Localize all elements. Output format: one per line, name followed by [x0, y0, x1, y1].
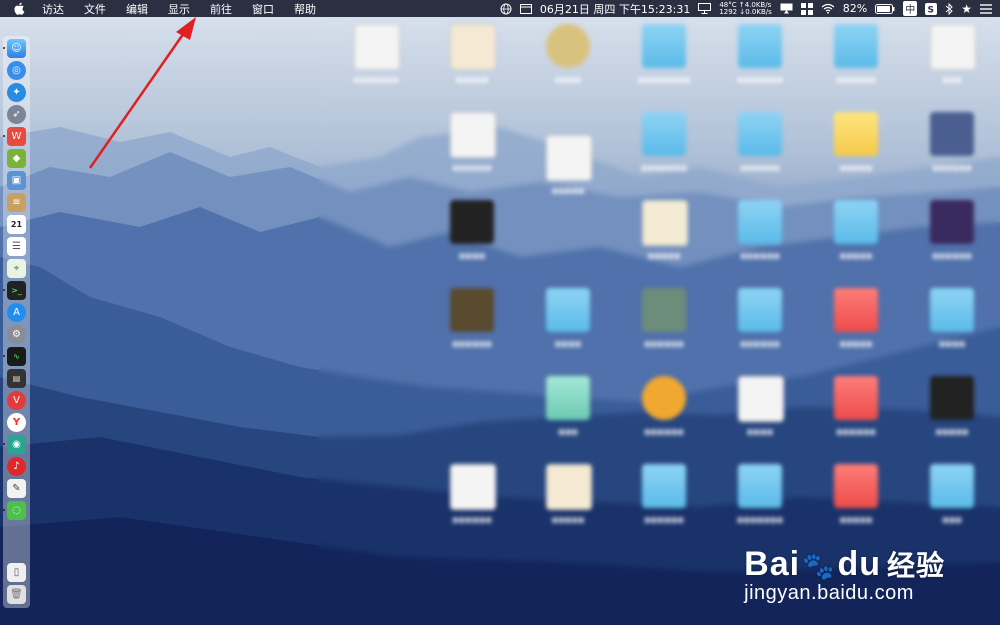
- desktop-file[interactable]: ■■■■■■: [922, 200, 982, 280]
- sogou-icon[interactable]: S: [925, 2, 938, 15]
- menu-window[interactable]: 窗口: [252, 1, 274, 17]
- paw-icon: 🐾: [802, 551, 836, 581]
- desktop-file[interactable]: ■■■■■■: [634, 288, 694, 368]
- desktop-file[interactable]: ■■■■■■: [442, 464, 502, 544]
- airplay-icon[interactable]: [780, 3, 793, 14]
- menu-edit[interactable]: 编辑: [126, 1, 148, 17]
- menu-view[interactable]: 显示: [168, 1, 190, 17]
- watermark-url: jingyan.baidu.com: [744, 582, 914, 604]
- desktop-folder[interactable]: ■■■■■■■: [730, 464, 790, 544]
- battery-percent[interactable]: 82%: [843, 2, 867, 15]
- menu-help[interactable]: 帮助: [294, 1, 316, 17]
- desktop-folder[interactable]: ■■■: [922, 464, 982, 544]
- desktop-folder[interactable]: ■■■■■: [826, 288, 886, 368]
- status-area: 06月21日 周四 下午15:23:31 48°C ↑4.0KB/s 1292 …: [500, 0, 992, 17]
- desktop-folder[interactable]: ■■■: [538, 376, 598, 456]
- app-store-icon[interactable]: A: [7, 303, 26, 322]
- menu-go[interactable]: 前往: [210, 1, 232, 17]
- desktop-file[interactable]: ■■■■■: [922, 376, 982, 456]
- desktop-file[interactable]: ■■■■: [442, 200, 502, 280]
- desktop-folder[interactable]: ■■■■: [538, 288, 598, 368]
- activity-monitor-icon[interactable]: ∿: [3, 347, 26, 366]
- launchpad-icon[interactable]: ➶: [7, 105, 26, 124]
- documents-icon[interactable]: ▯: [7, 563, 26, 582]
- menu-finder[interactable]: 访达: [42, 1, 64, 17]
- calendar-day: 21: [10, 220, 23, 229]
- logo-jingyan: 经验: [886, 550, 945, 581]
- calendar-dock-icon[interactable]: 21: [7, 215, 26, 234]
- system-preferences-icon[interactable]: ⚙: [7, 325, 26, 344]
- grid-app-icon[interactable]: [800, 2, 813, 15]
- safari-icon[interactable]: ✦: [7, 83, 26, 102]
- globe-icon[interactable]: [500, 3, 512, 15]
- desktop-folder[interactable]: ■■■■■: [826, 464, 886, 544]
- desktop-file[interactable]: ■■■■■: [538, 464, 598, 544]
- desktop-file[interactable]: ■■■: [922, 24, 982, 104]
- bluetooth-icon[interactable]: [945, 2, 953, 15]
- list-icon[interactable]: [980, 3, 992, 14]
- battery-icon[interactable]: [875, 3, 895, 14]
- maps-icon[interactable]: ⌖: [7, 259, 26, 278]
- desktop-folder[interactable]: ■■■■■: [826, 112, 886, 192]
- desktop-file[interactable]: ■■■■■■: [442, 112, 502, 192]
- script-editor-icon[interactable]: ✎: [7, 479, 26, 498]
- desktop-file[interactable]: ■■■■■: [538, 135, 598, 215]
- desktop-file[interactable]: ■■■■: [538, 24, 598, 104]
- desktop-folder[interactable]: ■■■■■■: [826, 24, 886, 104]
- chromium-icon[interactable]: ◉: [3, 435, 26, 454]
- logo-du: du: [837, 545, 881, 583]
- desktop-folder[interactable]: ■■■■■■■: [634, 112, 694, 192]
- desktop-file[interactable]: ■■■■■■: [442, 288, 502, 368]
- desktop-file[interactable]: ■■■■: [730, 376, 790, 456]
- baidu-logo: Bai🐾du 经验: [744, 544, 945, 584]
- desktop-folder[interactable]: ■■■■■■: [730, 288, 790, 368]
- clock-text[interactable]: 06月21日 周四 下午15:23:31: [540, 1, 690, 17]
- terminal-icon[interactable]: >_: [3, 281, 26, 300]
- wifi-icon[interactable]: [821, 3, 835, 14]
- trash-icon[interactable]: 🗑: [7, 585, 26, 604]
- network-stats[interactable]: 48°C ↑4.0KB/s 1292 ↓0.0KB/s: [719, 1, 772, 16]
- apple-icon[interactable]: [12, 2, 26, 16]
- vivaldi-icon[interactable]: V: [7, 391, 26, 410]
- desktop-folder[interactable]: ■■■■■■: [730, 112, 790, 192]
- desktop-folder[interactable]: ■■■■: [922, 288, 982, 368]
- android-icon[interactable]: ◆: [7, 149, 26, 168]
- notes-icon[interactable]: ≡: [7, 193, 26, 212]
- desktop-folder[interactable]: ■■■■■■: [730, 200, 790, 280]
- desktop-file[interactable]: ■■■■■■: [634, 376, 694, 456]
- wps-icon[interactable]: W: [3, 127, 26, 146]
- star-icon[interactable]: ★: [961, 2, 972, 16]
- menu-file[interactable]: 文件: [84, 1, 106, 17]
- desktop-folder[interactable]: ■■■■■■: [826, 376, 886, 456]
- desktop-file[interactable]: ■■■■■: [634, 200, 694, 280]
- desktop-file[interactable]: ■■■■■■■: [346, 24, 406, 104]
- reminders-icon[interactable]: ☰: [7, 237, 26, 256]
- calendar-icon[interactable]: [519, 3, 532, 14]
- display-icon[interactable]: [698, 3, 712, 14]
- yandex-icon[interactable]: Y: [7, 413, 26, 432]
- net-down: ↓0.0KB/s: [739, 7, 772, 16]
- net-prefix: 1292: [719, 7, 738, 16]
- dock: ☺ ◎ ✦ ➶ W ◆ ▣ ≡ 21 ☰ ⌖ >_ A ⚙ ∿ ▤ V Y ◉ …: [3, 36, 30, 608]
- console-icon[interactable]: ▤: [7, 369, 26, 388]
- desktop-file[interactable]: ■■■■■: [442, 24, 502, 104]
- netease-music-icon[interactable]: ♪: [7, 457, 26, 476]
- desktop-folder[interactable]: ■■■■■■■: [730, 24, 790, 104]
- logo-bai: Bai: [744, 545, 801, 583]
- svg-text:S: S: [928, 5, 934, 14]
- safari-alt-icon[interactable]: ◎: [7, 61, 26, 80]
- wechat-icon[interactable]: ◌: [3, 501, 26, 520]
- desktop-folder[interactable]: ■■■■■: [826, 200, 886, 280]
- preview-icon[interactable]: ▣: [7, 171, 26, 190]
- menu-bar: 访达 文件 编辑 显示 前往 窗口 帮助 06月21日 周四 下午15:23:3…: [0, 0, 1000, 17]
- input-method[interactable]: 中: [903, 1, 918, 16]
- finder-icon[interactable]: ☺: [3, 39, 26, 58]
- desktop-file[interactable]: ■■■■■■: [922, 112, 982, 192]
- desktop-folder[interactable]: ■■■■■■■■: [634, 24, 694, 104]
- baidu-watermark: Bai🐾du 经验 jingyan.baidu.com: [744, 544, 945, 605]
- desktop-folder[interactable]: ■■■■■■: [634, 464, 694, 544]
